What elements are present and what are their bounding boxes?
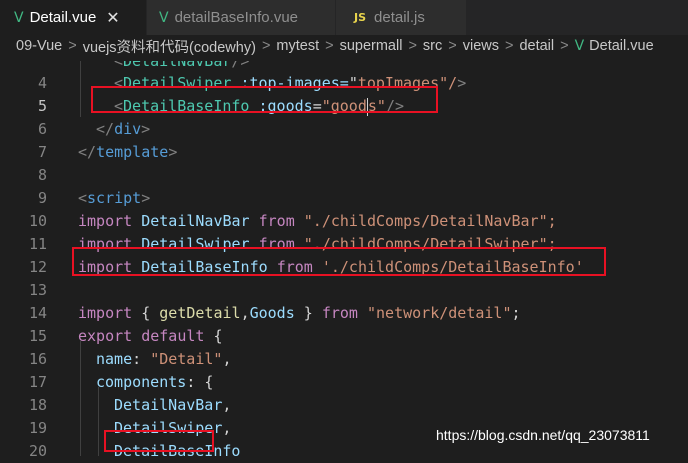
watermark: https://blog.csdn.net/qq_23073811 [436,427,650,443]
line-number: 6 [37,120,47,138]
annotation-box [72,247,606,276]
line-number: 17 [28,373,47,391]
code-line[interactable]: 17 components: { [0,371,688,394]
tab-detailbaseinfo-vue[interactable]: V detailBaseInfo.vue [147,0,335,35]
breadcrumb-item[interactable]: mytest [276,38,319,54]
breadcrumb-item[interactable]: views [463,38,499,54]
line-number: 13 [28,281,47,299]
line-number: 9 [37,189,47,207]
code-line[interactable]: 8 [0,164,688,187]
tab-label: Detail.vue [29,9,97,26]
line-number: 20 [28,442,47,460]
vue-file-icon: V [14,9,24,26]
code-line[interactable]: 15 export default { [0,325,688,348]
code-line[interactable]: 10 import DetailNavBar from "./childComps… [0,210,688,233]
line-number: 12 [28,258,47,276]
breadcrumb: 09-Vue > vuejs资料和代码(codewhy) > mytest > … [0,35,688,57]
code-text: export default { [78,327,223,345]
code-text: import DetailNavBar from "./childComps/D… [78,212,557,230]
breadcrumb-item[interactable]: vuejs资料和代码(codewhy) [83,36,256,57]
annotation-box [91,86,438,113]
js-file-icon: JS [354,11,367,24]
vue-file-icon: V [159,9,169,26]
breadcrumb-separator: > [560,38,569,54]
breadcrumb-item[interactable]: 09-Vue [16,38,62,54]
line-number: 19 [28,419,47,437]
code-line[interactable]: 13 [0,279,688,302]
code-line[interactable]: 9 <script> [0,187,688,210]
line-number: 5 [37,97,47,115]
vue-file-icon: V [574,38,585,54]
line-number: 16 [28,350,47,368]
breadcrumb-separator: > [408,38,417,54]
line-number: 15 [28,327,47,345]
code-line[interactable]: 18 DetailNavBar, [0,394,688,417]
line-number: 14 [28,304,47,322]
line-number: 10 [28,212,47,230]
breadcrumb-item[interactable]: detail [519,38,554,54]
code-line[interactable]: 14 import { getDetail,Goods } from "netwo… [0,302,688,325]
code-text: name: "Detail", [96,350,232,368]
line-number: 11 [28,235,47,253]
code-line[interactable]: 16 name: "Detail", [0,348,688,371]
close-tab-icon[interactable]: ✕ [106,8,119,27]
editor-tab-bar: V Detail.vue ✕ V detailBaseInfo.vue JS d… [0,0,688,35]
tab-detail-vue[interactable]: V Detail.vue ✕ [0,0,146,35]
line-number: 8 [37,166,47,184]
breadcrumb-separator: > [448,38,457,54]
breadcrumb-item[interactable]: src [423,38,442,54]
code-text: components: { [96,373,214,391]
tab-detail-js[interactable]: JS detail.js [336,0,466,35]
line-number: 18 [28,396,47,414]
breadcrumb-separator: > [68,38,77,54]
code-text: <script> [78,189,151,207]
code-text: </div> [96,120,151,138]
code-text: DetailNavBar, [114,396,232,414]
breadcrumb-item[interactable]: supermall [340,38,403,54]
tab-label: detail.js [374,9,425,26]
code-line[interactable]: 7 </template> [0,141,688,164]
code-line[interactable]: 6 </div> [0,118,688,141]
tab-label: detailBaseInfo.vue [174,9,298,26]
code-text: </template> [78,143,178,161]
breadcrumb-file-label: Detail.vue [589,38,654,54]
breadcrumb-separator: > [325,38,334,54]
annotation-box [104,430,214,452]
breadcrumb-separator: > [504,38,514,54]
line-number: 7 [37,143,47,161]
breadcrumb-item[interactable]: V Detail.vue [575,38,654,54]
code-text: import { getDetail,Goods } from "network… [78,304,521,322]
breadcrumb-separator: > [261,38,271,54]
line-number: 4 [37,74,47,92]
